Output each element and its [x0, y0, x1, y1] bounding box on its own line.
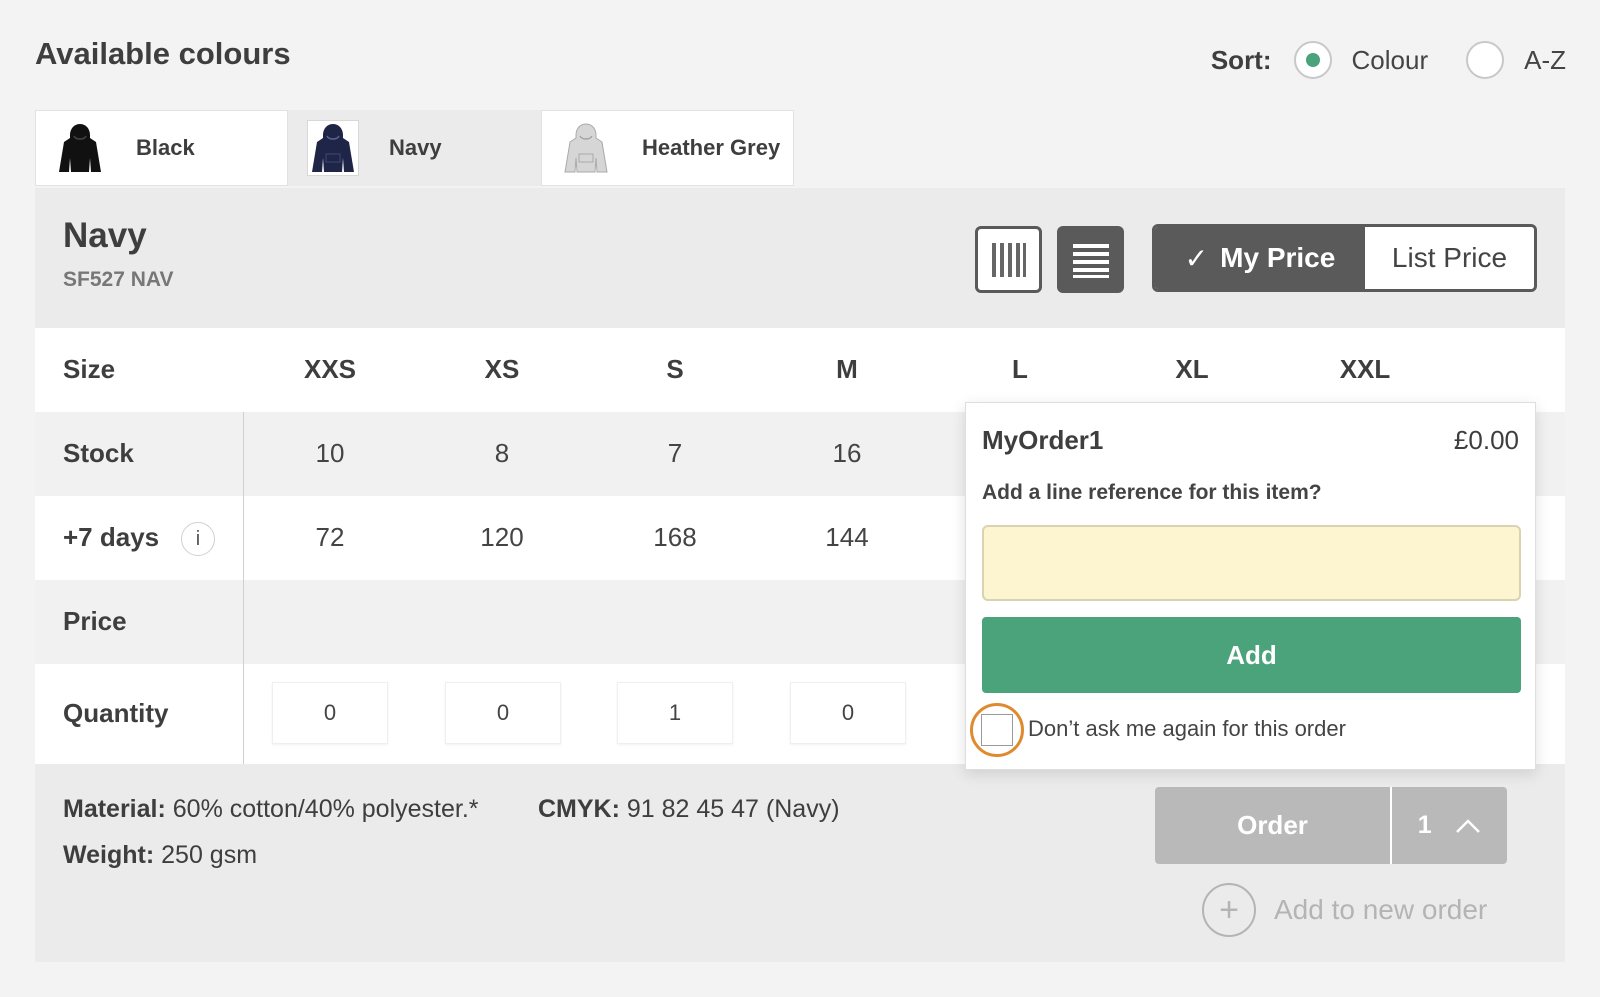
cmyk-value: 91 82 45 47 (Navy)	[626, 795, 840, 823]
order-control: Order 1	[1155, 787, 1507, 864]
price-row-label: Price	[63, 606, 127, 636]
chevron-up-icon	[1456, 818, 1481, 833]
colour-tab-navy[interactable]: Navy	[288, 110, 541, 186]
size-header-xs: XS	[484, 354, 520, 384]
material-value: 60% cotton/40% polyester.*	[172, 795, 479, 823]
my-price-label: My Price	[1220, 242, 1336, 273]
grid-view-button[interactable]	[975, 226, 1042, 293]
colour-tabs: Black Navy Heather Grey	[35, 110, 794, 186]
days-cell: 144	[825, 522, 869, 552]
cmyk-info: CMYK: 91 82 45 47 (Navy)	[538, 795, 840, 824]
popup-order-name: MyOrder1	[982, 425, 1104, 455]
dont-ask-label[interactable]: Don’t ask me again for this order	[1028, 716, 1346, 742]
colour-tab-label: Black	[136, 135, 195, 160]
sort-colour-radio[interactable]	[1293, 41, 1332, 79]
size-header-m: M	[836, 354, 858, 384]
quantity-input-m[interactable]: 0	[790, 682, 906, 744]
quantity-row-label: Quantity	[63, 698, 169, 728]
stock-cell: 16	[832, 438, 862, 468]
list-view-button[interactable]	[1057, 226, 1124, 293]
product-name: Navy	[63, 216, 147, 255]
sort-colour-label[interactable]: Colour	[1352, 45, 1429, 76]
size-header-xxl: XXL	[1339, 354, 1391, 384]
sort-az-radio[interactable]	[1466, 41, 1505, 79]
plus-circle-icon: +	[1202, 883, 1256, 937]
size-header-xl: XL	[1175, 354, 1209, 384]
quantity-input-s[interactable]: 1	[617, 682, 733, 744]
line-reference-popup: MyOrder1 £0.00 Add a line reference for …	[965, 402, 1536, 770]
radio-selected-dot	[1305, 53, 1320, 67]
table-divider	[243, 412, 244, 764]
hoodie-navy-icon	[307, 120, 359, 176]
size-header-l: L	[1012, 354, 1028, 384]
colour-tab-label: Heather Grey	[642, 135, 781, 160]
price-toggle: ✓ My Price List Price	[1152, 224, 1537, 292]
product-code: SF527 NAV	[63, 268, 174, 291]
dont-ask-checkbox[interactable]	[981, 714, 1013, 746]
weight-value: 250 gsm	[161, 841, 258, 869]
order-button[interactable]: Order	[1155, 787, 1392, 864]
size-header-s: S	[666, 354, 684, 384]
days-row-label: +7 days	[63, 522, 160, 552]
order-count: 1	[1417, 811, 1432, 839]
rows-view-icon	[1072, 243, 1109, 278]
quantity-input-xs[interactable]: 0	[445, 682, 561, 744]
quantity-input-xxs[interactable]: 0	[272, 682, 388, 744]
add-reference-button[interactable]: Add	[982, 617, 1521, 693]
order-count-selector[interactable]: 1	[1392, 787, 1507, 864]
stock-cell: 10	[315, 438, 345, 468]
popup-order-total: £0.00	[1453, 425, 1519, 455]
days-cell: 72	[315, 522, 345, 552]
stock-row-label: Stock	[63, 438, 134, 468]
add-to-new-order-label: Add to new order	[1274, 894, 1488, 925]
sort-control: Sort: Colour A-Z	[1211, 40, 1566, 80]
days-cell: 168	[653, 522, 697, 552]
my-price-button[interactable]: ✓ My Price	[1155, 227, 1365, 289]
hoodie-black-icon	[54, 120, 106, 176]
sort-label: Sort:	[1210, 44, 1272, 75]
days-cell: 120	[480, 522, 524, 552]
material-label: Material:	[63, 795, 166, 823]
add-to-new-order-button[interactable]: + Add to new order	[1202, 883, 1487, 937]
sort-az-label[interactable]: A-Z	[1524, 45, 1566, 76]
line-reference-input[interactable]	[982, 525, 1521, 601]
material-info: Material: 60% cotton/40% polyester.*	[63, 795, 479, 824]
check-icon: ✓	[1184, 242, 1209, 274]
popup-question: Add a line reference for this item?	[982, 481, 1322, 504]
info-icon[interactable]: i	[181, 522, 215, 556]
columns-view-icon	[991, 242, 1026, 277]
size-header-xxs: XXS	[303, 354, 357, 384]
weight-info: Weight: 250 gsm	[63, 841, 257, 870]
list-price-button[interactable]: List Price	[1365, 227, 1534, 289]
stock-cell: 8	[494, 438, 510, 468]
colour-tab-heather-grey[interactable]: Heather Grey	[541, 110, 794, 186]
page-title: Available colours	[35, 36, 291, 71]
colour-tab-black[interactable]: Black	[35, 110, 288, 186]
stock-cell: 7	[667, 438, 683, 468]
focus-ring	[970, 703, 1024, 757]
weight-label: Weight:	[63, 841, 155, 869]
colour-tab-label: Navy	[389, 135, 442, 160]
cmyk-label: CMYK:	[538, 795, 620, 823]
size-row-label: Size	[63, 354, 116, 384]
hoodie-grey-icon	[560, 120, 612, 176]
